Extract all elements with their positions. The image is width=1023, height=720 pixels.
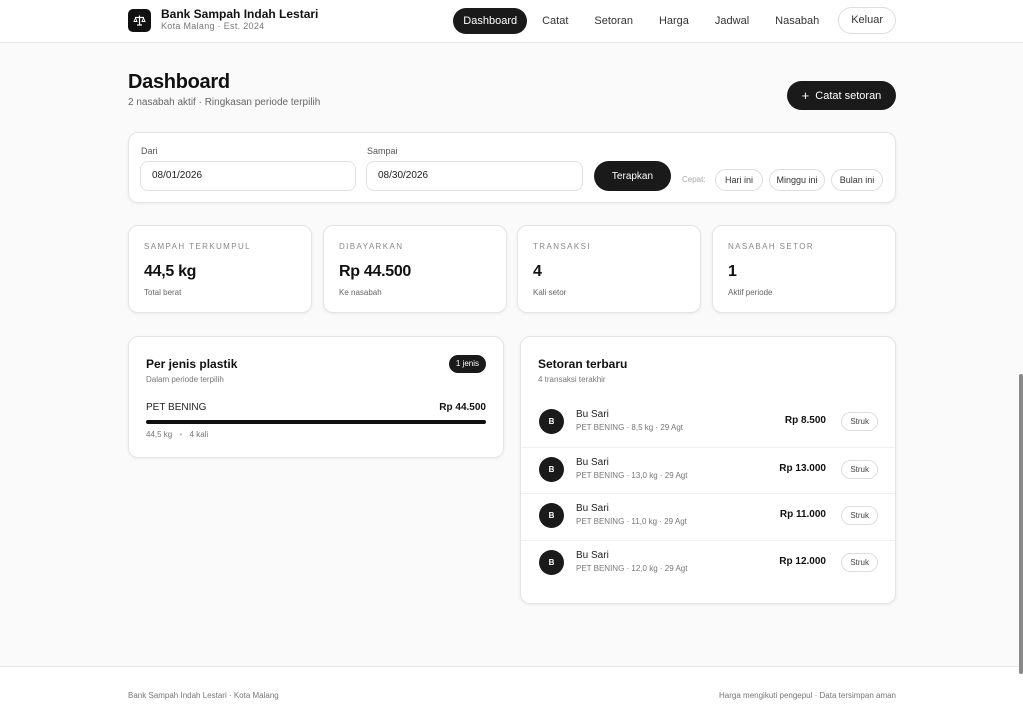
stat-card-depositors: NASABAH SETOR 1 Aktif periode [712,225,896,313]
type-amount: Rp 44.500 [439,402,486,413]
nav-catat[interactable]: Catat [529,8,581,34]
nav-dashboard[interactable]: Dashboard [453,7,528,34]
record-deposit-button[interactable]: + Catat setoran [787,81,896,110]
receipt-button[interactable]: Struk [841,506,878,525]
deposit-row: B Bu Sari PET BENING · 8,5 kg · 29 Agt R… [521,400,895,447]
avatar: B [539,503,564,528]
deposit-amount: Rp 11.000 [779,509,826,520]
page-scrollbar[interactable] [1019,374,1023,674]
logout-button[interactable]: Keluar [838,7,896,34]
date-filter-card: Dari 08/01/2026 Sampai 08/30/2026 Terapk… [128,132,896,203]
quick-label: Cepat: [682,175,706,184]
receipt-button[interactable]: Struk [841,553,878,572]
plus-icon: + [801,88,810,103]
deposit-amount: Rp 12.000 [779,556,826,567]
avatar: B [539,457,564,482]
top-navigation-bar: Bank Sampah Indah Lestari Kota Malang · … [0,0,1023,43]
stat-value: 4 [533,263,542,280]
deposit-detail: PET BENING · 11,0 kg · 29 Agt [576,517,687,526]
stat-value: Rp 44.500 [339,263,412,280]
deposit-detail: PET BENING · 12,0 kg · 29 Agt [576,564,688,573]
depositor-name: Bu Sari [576,457,609,468]
separator-dot: • [179,430,183,439]
deposit-amount: Rp 8.500 [784,415,826,426]
stat-caption: Ke nasabah [339,288,382,297]
from-label: Dari [141,146,158,156]
brand[interactable]: Bank Sampah Indah Lestari Kota Malang · … [128,8,318,32]
to-label: Sampai [367,146,398,156]
page-subtitle: 2 nasabah aktif · Ringkasan periode terp… [128,97,321,108]
avatar: B [539,409,564,434]
nav-setoran[interactable]: Setoran [581,8,646,34]
stat-label: DIBAYARKAN [339,242,404,251]
deposit-row: B Bu Sari PET BENING · 12,0 kg · 29 Agt … [521,540,895,587]
type-share-bar [146,420,486,424]
nav-jadwal[interactable]: Jadwal [702,8,762,34]
stat-label: SAMPAH TERKUMPUL [144,242,252,251]
quick-today-chip[interactable]: Hari ini [715,169,763,191]
apply-button[interactable]: Terapkan [594,161,671,191]
card-title: Setoran terbaru [538,357,628,371]
receipt-button[interactable]: Struk [841,460,878,479]
avatar: B [539,550,564,575]
deposit-row: B Bu Sari PET BENING · 11,0 kg · 29 Agt … [521,493,895,540]
plastic-type-card: Per jenis plastik Dalam periode terpilih… [128,336,504,458]
type-weight: 44,5 kg [146,430,173,439]
stat-value: 44,5 kg [144,263,197,280]
type-name: PET BENING [146,402,207,413]
stat-label: TRANSAKSI [533,242,591,251]
depositor-name: Bu Sari [576,550,609,561]
depositor-name: Bu Sari [576,409,609,420]
record-deposit-label: Catat setoran [815,89,882,102]
stat-value: 1 [728,263,737,280]
footer-left-text: Bank Sampah Indah Lestari · Kota Malang [128,691,279,700]
footer: Bank Sampah Indah Lestari · Kota Malang … [0,666,1023,720]
scale-icon [128,8,151,32]
to-date-input[interactable]: 08/30/2026 [366,161,583,191]
stat-card-waste-collected: SAMPAH TERKUMPUL 44,5 kg Total berat [128,225,312,313]
type-share-fill [146,420,486,424]
depositor-name: Bu Sari [576,503,609,514]
stat-card-paid: DIBAYARKAN Rp 44.500 Ke nasabah [323,225,507,313]
stat-card-transactions: TRANSAKSI 4 Kali setor [517,225,701,313]
recent-deposits-card: Setoran terbaru 4 transaksi terakhir B B… [520,336,896,604]
deposit-amount: Rp 13.000 [779,463,826,474]
deposit-detail: PET BENING · 8,5 kg · 29 Agt [576,423,684,432]
type-count: 4 kali [189,430,209,439]
type-meta: 44,5 kg • 4 kali [146,430,208,439]
nav-harga[interactable]: Harga [646,8,702,34]
brand-subtitle: Kota Malang · Est. 2024 [161,21,265,31]
stat-caption: Aktif periode [728,288,773,297]
card-subtitle: 4 transaksi terakhir [538,375,606,384]
brand-name: Bank Sampah Indah Lestari [161,7,319,21]
main-nav: Dashboard Catat Setoran Harga Jadwal Nas… [453,7,896,34]
footer-right-text: Harga mengikuti pengepul · Data tersimpa… [719,691,896,700]
receipt-button[interactable]: Struk [841,412,878,431]
quick-month-chip[interactable]: Bulan ini [831,169,883,191]
stat-caption: Total berat [144,288,182,297]
from-date-input[interactable]: 08/01/2026 [140,161,356,191]
deposit-row: B Bu Sari PET BENING · 13,0 kg · 29 Agt … [521,447,895,494]
card-title: Per jenis plastik [146,357,238,371]
deposit-detail: PET BENING · 13,0 kg · 29 Agt [576,471,688,480]
type-count-badge: 1 jenis [448,355,486,373]
nav-nasabah[interactable]: Nasabah [762,8,832,34]
page-title: Dashboard [128,71,230,93]
quick-week-chip[interactable]: Minggu ini [769,169,825,191]
stat-caption: Kali setor [533,288,567,297]
stat-label: NASABAH SETOR [728,242,815,251]
card-subtitle: Dalam periode terpilih [146,375,224,384]
